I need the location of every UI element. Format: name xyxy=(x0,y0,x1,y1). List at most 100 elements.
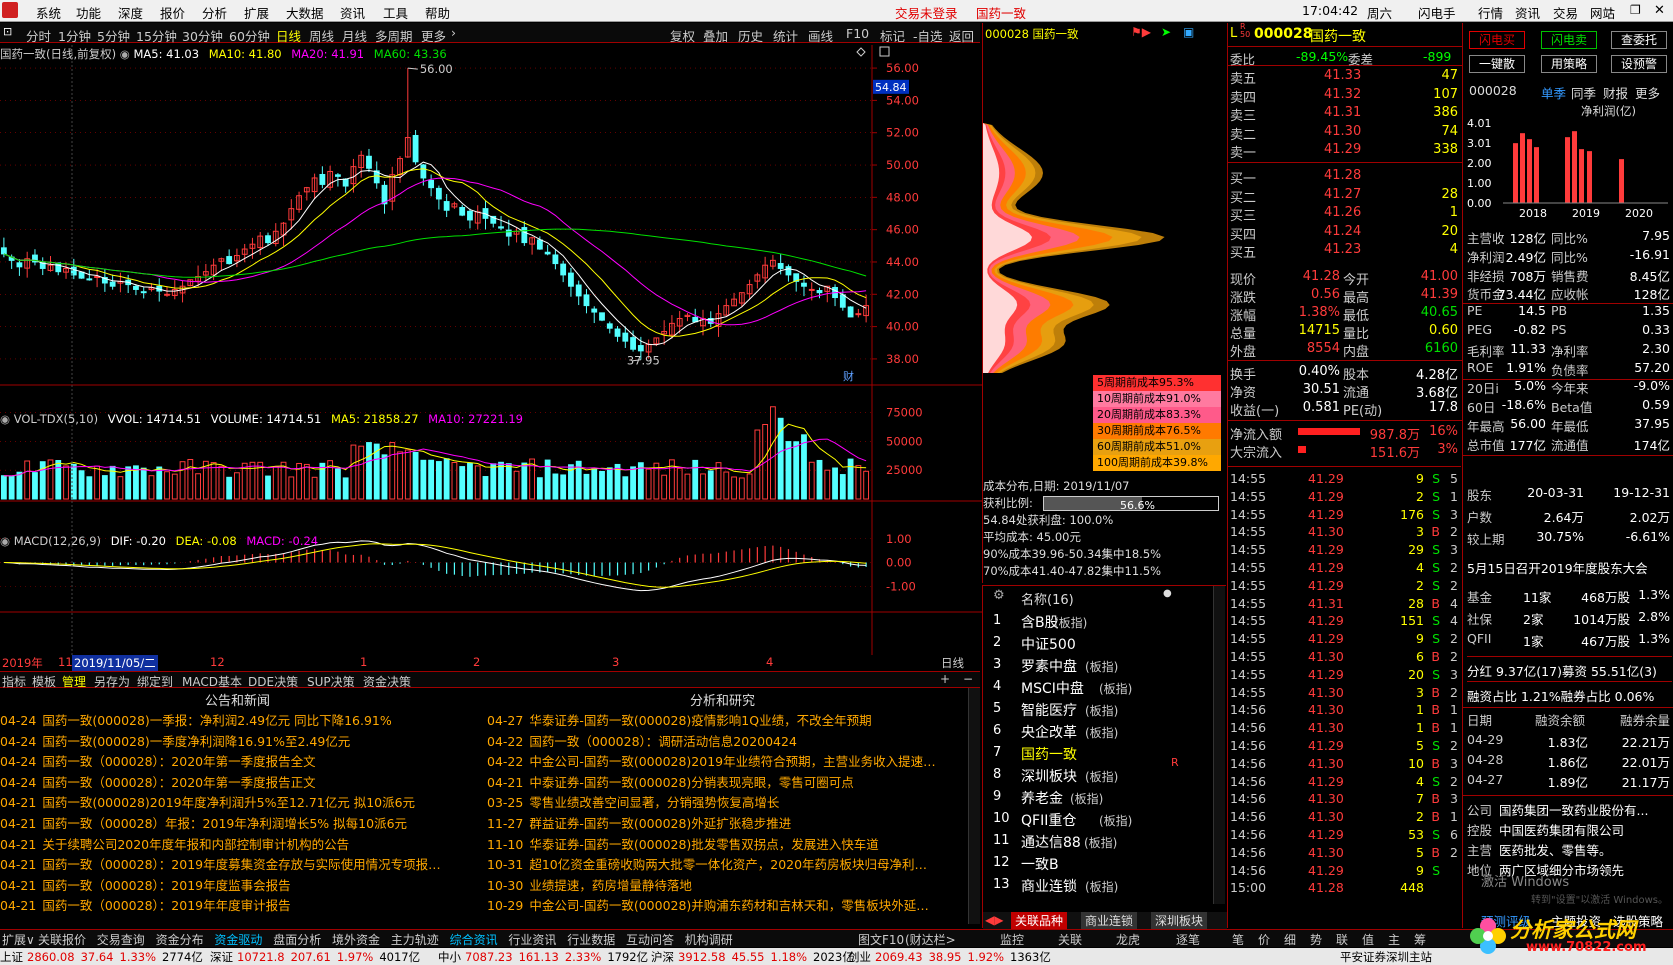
sector-row[interactable]: 11 通达信88 (板指) xyxy=(983,831,1213,853)
sector-row[interactable]: 9 养老金 (板指) xyxy=(983,787,1213,809)
news-headline[interactable]: 中泰证券-国药一致(000028)分销表现亮眼，零售可圈可点 xyxy=(529,775,853,790)
bottom-tab[interactable]: 行业资讯 xyxy=(508,931,556,948)
sector-tab-related[interactable]: 关联品种 xyxy=(1011,912,1068,929)
news-row[interactable]: 04-21 国药一致（000028）：2019年度募集资金存放与实际使用情况专项报… xyxy=(0,854,485,875)
news-headline[interactable]: 国药一致(000028)一季度净利润降16.91%至2.49亿元 xyxy=(42,734,350,749)
bottom-tab[interactable]: (财达栏> xyxy=(905,931,956,948)
footer-right-tab[interactable]: 主 xyxy=(1388,931,1400,948)
cost-arrow-icon[interactable]: ➤ xyxy=(1161,25,1171,39)
bid-row[interactable]: 买四 41.24 20 xyxy=(1228,223,1462,243)
news-row[interactable]: 04-24 国药一致(000028)一季度净利润降16.91%至2.49亿元 xyxy=(0,731,485,752)
footer-bytick[interactable]: 逐笔 xyxy=(1176,931,1200,948)
news-headline[interactable]: 国药一致（000028）：2020年第一季度报告全文 xyxy=(42,754,315,769)
news-headline[interactable]: 华泰证券-国药一致(000028)批发零售双拐点，发展进入快车道 xyxy=(529,837,878,852)
bottom-tab[interactable]: 机构调研 xyxy=(685,931,733,948)
one-key-button[interactable]: 一键散 xyxy=(1469,55,1525,73)
menu-right-market[interactable]: 行情 xyxy=(1478,3,1503,22)
period-monthly[interactable]: 月线 xyxy=(342,26,367,45)
toolbar-collapse-icon[interactable]: ⊡ xyxy=(3,25,12,38)
tool-add-watchlist[interactable]: -自选 xyxy=(913,26,943,45)
menu-right-trade[interactable]: 交易 xyxy=(1553,3,1578,22)
sector-prev-icon[interactable]: ◀▶ xyxy=(985,913,1003,927)
tool-mark[interactable]: 标记 xyxy=(880,26,905,45)
kline-chart-area[interactable]: 56.00 54.00 52.00 50.00 48.00 46.00 44.00 42.00… xyxy=(0,45,982,668)
index-ticker[interactable]: 上证 2860.08 37.64 1.33% 2774亿 xyxy=(0,949,203,965)
ask-row[interactable]: 卖三 41.31 386 xyxy=(1228,104,1462,124)
sector-row[interactable]: 6 央企改革 (板指) xyxy=(983,721,1213,743)
news-row[interactable]: 04-24 国药一致（000028）：2020年第一季度报告正文 xyxy=(0,772,485,793)
period-multi[interactable]: 多周期 xyxy=(375,26,413,45)
period-15min[interactable]: 15分钟 xyxy=(136,26,177,45)
news-headline[interactable]: 国药一致（000028）：调研活动信息20200424 xyxy=(529,734,797,749)
news-headline[interactable]: 国药一致（000028）：2019年度募集资金存放与实际使用情况专项报… xyxy=(42,857,440,872)
query-orders-button[interactable]: 查委托 xyxy=(1611,31,1667,49)
tool-f10[interactable]: F10 xyxy=(846,26,869,41)
tool-back[interactable]: 返回 xyxy=(949,26,974,45)
news-headline[interactable]: 国药一致(000028)一季报：净利润2.49亿元 同比下降16.91% xyxy=(42,713,391,728)
news-row[interactable]: 04-21 关于续聘公司2020年度年报和内部控制审计机构的公告 xyxy=(0,834,485,855)
index-ticker[interactable]: 中小 7087.23 161.13 2.33% 1792亿 xyxy=(438,949,648,965)
sector-tab-commerce[interactable]: 商业连锁 xyxy=(1081,912,1138,929)
menu-right-news[interactable]: 资讯 xyxy=(1515,3,1540,22)
news-row[interactable]: 04-27 华泰证券-国药一致(000028)疫情影响1Q业绩，不改全年预期 xyxy=(487,710,967,731)
bid-row[interactable]: 买五 41.23 4 xyxy=(1228,241,1462,261)
tool-statistics[interactable]: 统计 xyxy=(773,26,798,45)
shareholder-meeting-notice[interactable]: 5月15日召开2019年度股东大会 xyxy=(1467,558,1672,577)
flash-sell-button[interactable]: 闪电卖 xyxy=(1541,31,1597,49)
news-headline[interactable]: 国药一致（000028）年报：2019年净利润增长5% 拟每10派6元 xyxy=(42,816,407,831)
gear-icon[interactable]: ⚙ xyxy=(993,588,1005,603)
bottom-tab[interactable]: 境外资金 xyxy=(332,931,380,948)
bottom-tab[interactable]: 资金驱动 xyxy=(214,931,262,948)
ask-row[interactable]: 卖五 41.33 47 xyxy=(1228,67,1462,87)
app-logo[interactable] xyxy=(2,2,18,18)
news-headline[interactable]: 超10亿资金重磅收购两大批零一体化资产，2020年药房板块归母净利… xyxy=(529,857,927,872)
news-scrollbar[interactable] xyxy=(968,688,980,924)
bottom-tab[interactable]: 图文F10 xyxy=(858,931,904,948)
index-ticker[interactable]: 创业 2069.43 38.95 1.92% 1363亿 xyxy=(848,949,1051,965)
sector-row[interactable]: 8 深圳板块 (板指) xyxy=(983,765,1213,787)
menu-item-analysis[interactable]: 分析 xyxy=(202,3,227,22)
bid-row[interactable]: 买三 41.26 1 xyxy=(1228,204,1462,224)
news-row[interactable]: 11-27 群益证券-国药一致(000028)外延扩张稳步推进 xyxy=(487,813,967,834)
news-row[interactable]: 10-30 业绩提速，药房增量静待落地 xyxy=(487,875,967,896)
sort-dot-icon[interactable]: ● xyxy=(1163,588,1172,599)
news-headline[interactable]: 关于续聘公司2020年度年报和内部控制审计机构的公告 xyxy=(42,837,349,852)
minimize-icon[interactable]: − xyxy=(1603,3,1614,18)
add-icon[interactable]: + xyxy=(940,672,950,686)
news-row[interactable]: 04-21 国药一致（000028）：2019年年度审计报告 xyxy=(0,895,485,916)
news-row[interactable]: 04-21 国药一致（000028）：2019年度监事会报告 xyxy=(0,875,485,896)
news-headline[interactable]: 零售业绩改善空间显著，分销强势恢复高增长 xyxy=(529,795,779,810)
news-row[interactable]: 04-24 国药一致(000028)一季报：净利润2.49亿元 同比下降16.91… xyxy=(0,710,485,731)
period-5min[interactable]: 5分钟 xyxy=(97,26,130,45)
bottom-tab[interactable]: 关联报价 xyxy=(38,931,86,948)
bottom-tab[interactable]: 资金分布 xyxy=(156,931,204,948)
ask-row[interactable]: 卖四 41.32 107 xyxy=(1228,86,1462,106)
news-row[interactable]: 11-10 华泰证券-国药一致(000028)批发零售双拐点，发展进入快车道 xyxy=(487,834,967,855)
chevron-right-icon[interactable]: › xyxy=(451,25,456,40)
news-headline[interactable]: 国药一致(000028)2019年度净利润升5%至12.71亿元 拟10派6元 xyxy=(42,795,415,810)
footer-right-tab[interactable]: 势 xyxy=(1310,931,1322,948)
menu-item-depth[interactable]: 深度 xyxy=(118,3,143,22)
menu-item-bigdata[interactable]: 大数据 xyxy=(286,3,324,22)
rp-tab-report[interactable]: 财报 xyxy=(1603,83,1628,102)
ask-row[interactable]: 卖一 41.29 338 xyxy=(1228,141,1462,161)
bottom-tab[interactable]: 盘面分析 xyxy=(273,931,321,948)
period-daily[interactable]: 日线 xyxy=(276,26,301,45)
sector-tab-shenzhen[interactable]: 深圳板块 xyxy=(1151,912,1208,929)
footer-right-tab[interactable]: 筹 xyxy=(1414,931,1426,948)
news-row[interactable]: 04-21 国药一致（000028）年报：2019年净利润增长5% 拟每10派6元 xyxy=(0,813,485,834)
rp-tab-same-quarter[interactable]: 同季 xyxy=(1571,83,1596,102)
rp-tab-more[interactable]: 更多 xyxy=(1635,83,1660,102)
index-ticker[interactable]: 深证 10721.8 207.61 1.97% 4017亿 xyxy=(210,949,420,965)
footer-right-tab[interactable]: 价 xyxy=(1258,931,1270,948)
cost-flag-icon[interactable]: ⚑▶ xyxy=(1131,25,1151,39)
bottom-tab[interactable]: 行业数据 xyxy=(567,931,615,948)
sector-header[interactable]: 名称(16) xyxy=(1021,589,1074,608)
set-alert-button[interactable]: 设预警 xyxy=(1611,55,1667,73)
news-row[interactable]: 04-21 国药一致(000028)2019年度净利润升5%至12.71亿元 拟1… xyxy=(0,792,485,813)
tool-restore-rights[interactable]: 复权 xyxy=(670,26,695,45)
bid-row[interactable]: 买一 41.28 xyxy=(1228,167,1462,187)
sector-row[interactable]: 10 QFII重仓 (板指) xyxy=(983,809,1213,831)
news-headline[interactable]: 群益证券-国药一致(000028)外延扩张稳步推进 xyxy=(529,816,791,831)
period-tick[interactable]: 分时 xyxy=(26,26,51,45)
